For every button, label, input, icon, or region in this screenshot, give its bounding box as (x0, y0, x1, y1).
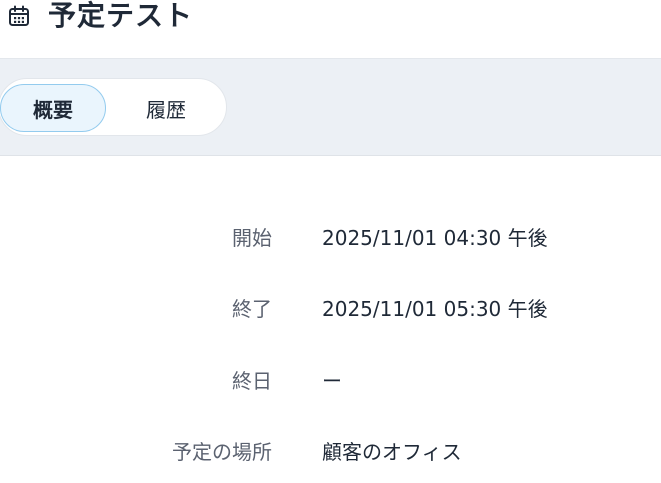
all-day-value: ー (322, 369, 342, 393)
tab-history[interactable]: 履歴 (111, 84, 221, 132)
detail-row-end: 終了 2025/11/01 05:30 午後 (0, 294, 661, 324)
all-day-label: 終日 (232, 369, 272, 393)
detail-row-all-day: 終日 ー (0, 366, 661, 396)
end-value: 2025/11/01 05:30 午後 (322, 297, 548, 321)
location-value: 顧客のオフィス (322, 440, 462, 464)
detail-row-start: 開始 2025/11/01 04:30 午後 (0, 223, 661, 253)
page-title: 予定テスト (48, 0, 194, 32)
tab-overview[interactable]: 概要 (0, 84, 106, 132)
tab-bar: 概要 履歴 (0, 58, 661, 156)
location-label: 予定の場所 (172, 440, 272, 464)
start-value: 2025/11/01 04:30 午後 (322, 226, 548, 250)
start-label: 開始 (232, 226, 272, 250)
page-header: 予定テスト (0, 0, 661, 58)
calendar-icon (8, 5, 30, 27)
detail-row-location: 予定の場所 顧客のオフィス (0, 437, 661, 467)
tab-group: 概要 履歴 (0, 78, 227, 136)
end-label: 終了 (232, 297, 272, 321)
detail-panel: 開始 2025/11/01 04:30 午後 終了 2025/11/01 05:… (0, 156, 661, 483)
